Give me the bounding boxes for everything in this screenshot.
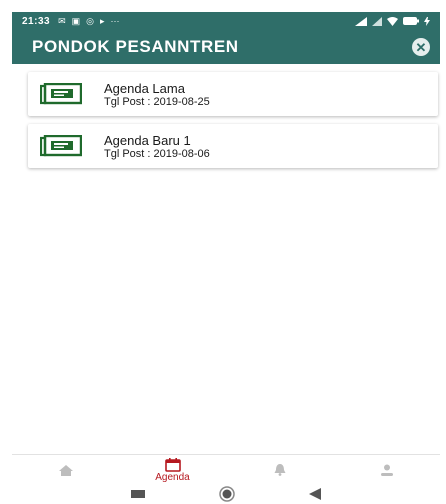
agenda-list: Agenda Lama Tgl Post : 2019-08-25 Agenda… <box>12 64 440 454</box>
play-icon: ▸ <box>100 15 105 26</box>
bell-icon <box>274 464 285 476</box>
status-time: 21:33 <box>22 15 51 27</box>
nav-item-notifications[interactable] <box>226 455 333 485</box>
status-bar: 21:33 ✉ ▣ ◎ ▸ ··· <box>12 12 440 30</box>
newspaper-icon <box>40 83 84 105</box>
person-icon <box>380 464 393 476</box>
list-item[interactable]: Agenda Baru 1 Tgl Post : 2019-08-06 <box>28 124 438 168</box>
signal-icon <box>355 16 367 26</box>
list-item[interactable]: Agenda Lama Tgl Post : 2019-08-25 <box>28 72 438 116</box>
status-notification-icons: ✉ ▣ ◎ ▸ ··· <box>58 15 120 26</box>
app-title: PONDOK PESANNTREN <box>32 37 239 56</box>
nav-item-agenda[interactable]: Agenda <box>119 455 226 485</box>
close-icon[interactable]: ✕ <box>412 38 430 56</box>
newspaper-icon <box>40 135 84 157</box>
screenshot-icon: ▣ <box>71 15 81 26</box>
system-navigation-bar <box>12 484 440 504</box>
recents-button-icon[interactable] <box>131 490 145 498</box>
battery-icon <box>403 17 419 25</box>
status-system-icons <box>355 16 430 26</box>
calendar-icon <box>164 457 181 472</box>
agenda-date: Tgl Post : 2019-08-06 <box>104 147 210 160</box>
app-bar: PONDOK PESANNTREN ✕ <box>12 30 440 64</box>
signal-icon-2 <box>372 16 382 26</box>
home-button-icon[interactable] <box>219 486 235 502</box>
more-icon: ··· <box>110 15 120 26</box>
nav-item-profile[interactable] <box>333 455 440 485</box>
notification-icon: ✉ <box>58 15 66 26</box>
home-icon <box>58 464 73 476</box>
nav-label-agenda: Agenda <box>155 471 190 483</box>
agenda-title: Agenda Baru 1 <box>104 132 191 148</box>
wifi-icon <box>387 16 398 26</box>
agenda-date: Tgl Post : 2019-08-25 <box>104 95 210 108</box>
charging-icon <box>424 16 430 26</box>
instagram-icon: ◎ <box>86 15 94 26</box>
bottom-navigation: Agenda <box>12 454 440 485</box>
nav-item-home[interactable] <box>12 455 119 485</box>
back-button-icon[interactable] <box>309 488 321 500</box>
agenda-title: Agenda Lama <box>104 80 185 96</box>
